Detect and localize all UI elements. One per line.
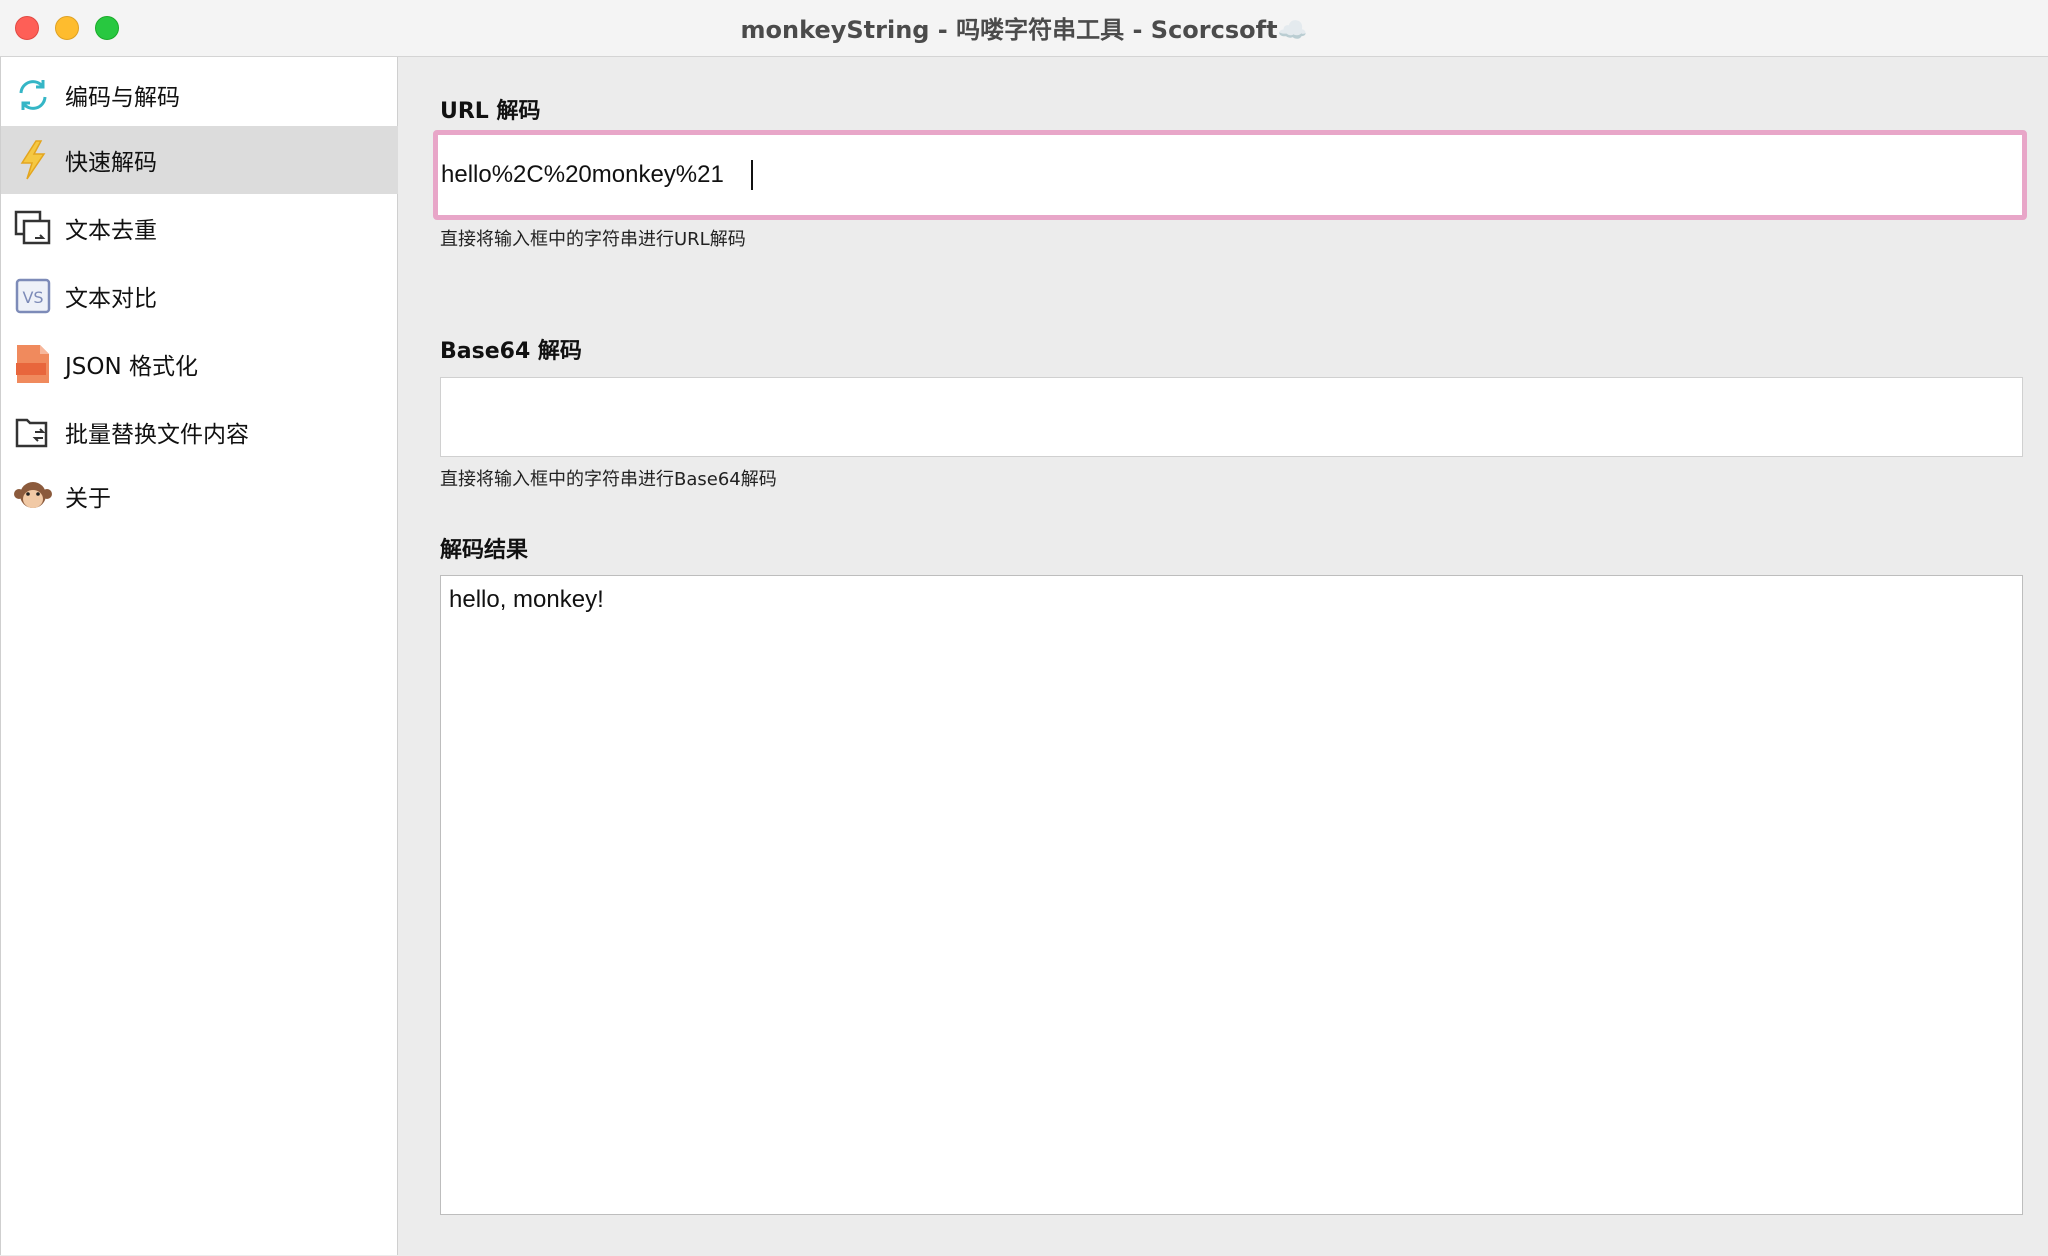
folder-replace-icon: [13, 412, 53, 452]
vs-compare-icon: VS: [13, 276, 53, 316]
refresh-arrows-icon: [13, 75, 53, 115]
main-panel: URL 解码 直接将输入框中的字符串进行URL解码 Base64 解码 直接将输…: [399, 57, 2048, 1256]
lightning-icon: [13, 140, 53, 180]
sidebar-item-compare[interactable]: VS 文本对比: [1, 262, 398, 330]
json-file-icon: [13, 344, 53, 384]
sidebar-item-label: 文本对比: [65, 286, 157, 312]
sidebar-item-encode-decode[interactable]: 编码与解码: [1, 61, 398, 129]
svg-text:VS: VS: [22, 288, 43, 307]
sidebar-item-json-format[interactable]: JSON 格式化: [1, 330, 398, 398]
app-window: monkeyString - 吗喽字符串工具 - Scorcsoft☁️ 编码与…: [0, 0, 2048, 1256]
sidebar-item-label: 编码与解码: [65, 85, 180, 111]
sidebar-item-label: JSON 格式化: [65, 354, 199, 380]
sidebar-item-label: 快速解码: [65, 150, 157, 176]
sidebar-item-quick-decode[interactable]: 快速解码: [1, 126, 398, 194]
url-decode-title: URL 解码: [440, 99, 541, 124]
base64-decode-helper: 直接将输入框中的字符串进行Base64解码: [440, 469, 777, 490]
sidebar-item-dedupe[interactable]: 文本去重: [1, 194, 398, 262]
sidebar-item-label: 文本去重: [65, 218, 157, 244]
window-title: monkeyString - 吗喽字符串工具 - Scorcsoft☁️: [740, 16, 1308, 44]
base64-decode-input[interactable]: [440, 377, 2023, 457]
url-decode-input[interactable]: [438, 135, 2022, 215]
title-bar: monkeyString - 吗喽字符串工具 - Scorcsoft☁️: [0, 0, 2048, 57]
text-caret: [751, 160, 753, 190]
decode-result-textarea[interactable]: hello, monkey!: [440, 575, 2023, 1215]
decode-result-title: 解码结果: [440, 538, 529, 563]
sidebar-item-label: 关于: [65, 486, 111, 512]
sidebar: 编码与解码 快速解码 文本去重 VS 文本对比 JSON 格式化 批量替换文件内…: [0, 57, 398, 1255]
sidebar-item-batch-replace[interactable]: 批量替换文件内容: [1, 398, 398, 466]
monkey-face-icon: [13, 476, 53, 516]
sidebar-item-label: 批量替换文件内容: [65, 422, 249, 448]
url-decode-helper: 直接将输入框中的字符串进行URL解码: [440, 229, 746, 250]
duplicate-windows-icon: [13, 208, 53, 248]
base64-decode-title: Base64 解码: [440, 339, 582, 364]
url-decode-input-focus-ring: [433, 130, 2027, 220]
sidebar-item-about[interactable]: 关于: [1, 462, 398, 530]
